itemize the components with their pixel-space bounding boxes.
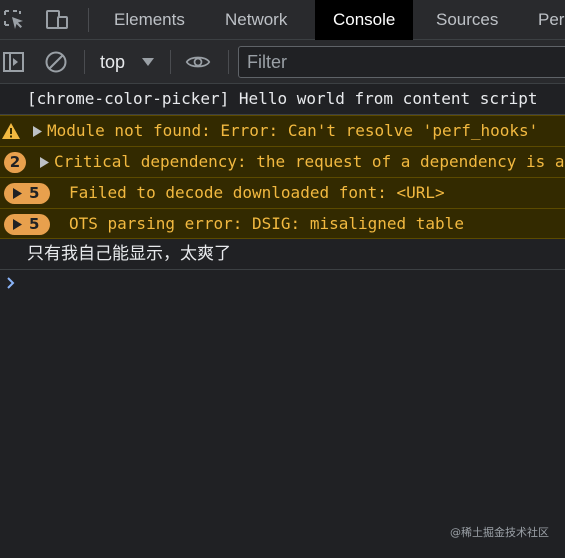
repeat-count-badge[interactable]: 5 bbox=[4, 183, 50, 204]
repeat-count-badge[interactable]: 5 bbox=[4, 214, 50, 235]
tab-network[interactable]: Network bbox=[225, 0, 287, 40]
prompt-chevron-icon bbox=[7, 277, 15, 289]
message-text: Module not found: Error: Can't resolve '… bbox=[47, 121, 539, 140]
clear-console-icon[interactable] bbox=[43, 49, 69, 75]
message-text: Failed to decode downloaded font: <URL> bbox=[69, 183, 445, 202]
tab-console[interactable]: Console bbox=[315, 0, 414, 40]
devtools-tabbar: Elements Network Console Sources Per bbox=[0, 0, 565, 40]
console-message-log: [chrome-color-picker] Hello world from c… bbox=[0, 84, 565, 115]
expand-triangle-icon[interactable] bbox=[33, 126, 42, 137]
repeat-count: 5 bbox=[29, 184, 40, 202]
toolbar-divider bbox=[228, 50, 229, 74]
message-text: Critical dependency: the request of a de… bbox=[54, 152, 565, 171]
repeat-count: 5 bbox=[29, 215, 40, 233]
tabbar-divider bbox=[88, 8, 89, 32]
expand-triangle-icon[interactable] bbox=[40, 157, 49, 168]
console-message-warning[interactable]: Module not found: Error: Can't resolve '… bbox=[0, 115, 565, 146]
message-text: 只有我自己能显示，太爽了 bbox=[27, 244, 231, 264]
device-toolbar-icon[interactable] bbox=[44, 8, 70, 32]
watermark: @稀土掘金技术社区 bbox=[450, 526, 549, 539]
tab-sources[interactable]: Sources bbox=[436, 0, 498, 40]
eye-icon[interactable] bbox=[185, 49, 211, 75]
filter-input[interactable] bbox=[239, 47, 565, 77]
console-message-error[interactable]: 5 OTS parsing error: DSIG: misaligned ta… bbox=[0, 208, 565, 239]
message-text: [chrome-color-picker] Hello world from c… bbox=[27, 89, 538, 108]
tab-performance[interactable]: Per bbox=[538, 0, 564, 40]
sidebar-toggle-icon[interactable] bbox=[1, 49, 27, 75]
expand-triangle-icon bbox=[13, 219, 22, 230]
repeat-count-badge: 2 bbox=[4, 152, 26, 173]
console-message-warning[interactable]: 2 Critical dependency: the request of a … bbox=[0, 146, 565, 177]
inspect-element-icon[interactable] bbox=[2, 8, 28, 32]
context-label: top bbox=[100, 52, 126, 72]
toolbar-divider bbox=[84, 50, 85, 74]
message-text: OTS parsing error: DSIG: misaligned tabl… bbox=[69, 214, 464, 233]
console-prompt[interactable] bbox=[0, 268, 565, 298]
caret-down-icon bbox=[142, 58, 154, 66]
tab-elements[interactable]: Elements bbox=[114, 0, 185, 40]
expand-triangle-icon bbox=[13, 188, 22, 199]
warning-icon bbox=[2, 123, 20, 139]
context-selector[interactable]: top bbox=[100, 47, 160, 77]
filter-box bbox=[238, 46, 565, 78]
console-message-log: 只有我自己能显示，太爽了 bbox=[0, 239, 565, 270]
console-toolbar: top bbox=[0, 40, 565, 84]
toolbar-divider bbox=[170, 50, 171, 74]
console-message-error[interactable]: 5 Failed to decode downloaded font: <URL… bbox=[0, 177, 565, 208]
